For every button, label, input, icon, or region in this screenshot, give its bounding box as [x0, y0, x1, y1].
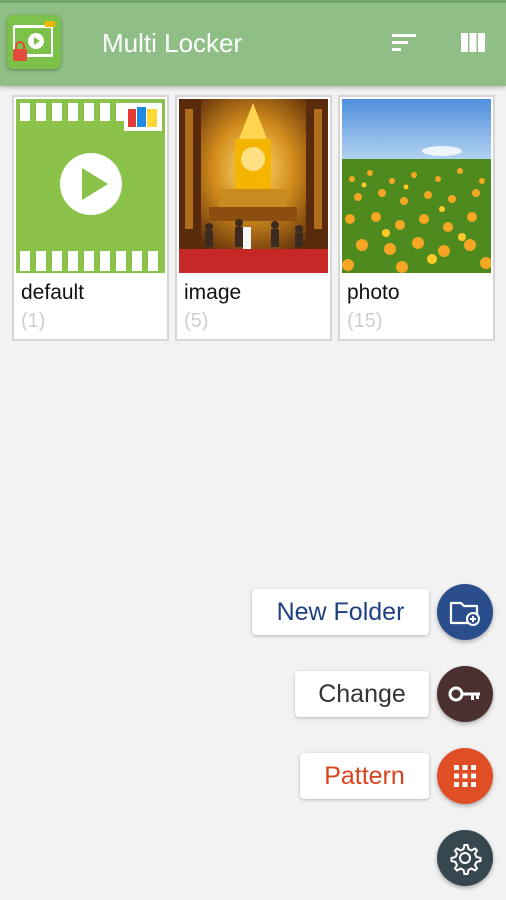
folder-name: image: [184, 281, 242, 304]
change-button[interactable]: [437, 666, 493, 722]
new-folder-label[interactable]: New Folder: [252, 589, 429, 635]
folder-count: (5): [184, 310, 209, 332]
settings-button[interactable]: [437, 830, 493, 886]
folder-card-image[interactable]: image (5): [177, 97, 330, 339]
folder-card-default[interactable]: default (1): [14, 97, 167, 339]
change-label[interactable]: Change: [295, 671, 429, 717]
folder-card-photo[interactable]: photo (15): [340, 97, 493, 339]
new-folder-icon: [449, 601, 480, 626]
app-title: Multi Locker: [102, 28, 243, 58]
status-strip: [0, 0, 506, 3]
grid-columns-icon[interactable]: [458, 28, 488, 58]
sort-icon[interactable]: [389, 28, 419, 58]
settings-icon: [450, 844, 482, 875]
pattern-label[interactable]: Pattern: [300, 753, 429, 799]
temple-photo: [179, 99, 328, 273]
video-play-icon: [16, 99, 165, 273]
key-icon: [448, 686, 480, 702]
folder-count: (15): [347, 310, 383, 332]
video-lock-icon[interactable]: [7, 15, 61, 69]
pattern-grid-icon: [454, 765, 476, 787]
pattern-button[interactable]: [437, 748, 493, 804]
new-folder-button[interactable]: [437, 584, 493, 640]
flower-field-photo: [342, 99, 491, 273]
folder-name: photo: [347, 281, 400, 304]
folder-count: (1): [21, 310, 46, 332]
app-bar: Multi Locker: [0, 0, 506, 86]
folder-name: default: [21, 281, 85, 304]
